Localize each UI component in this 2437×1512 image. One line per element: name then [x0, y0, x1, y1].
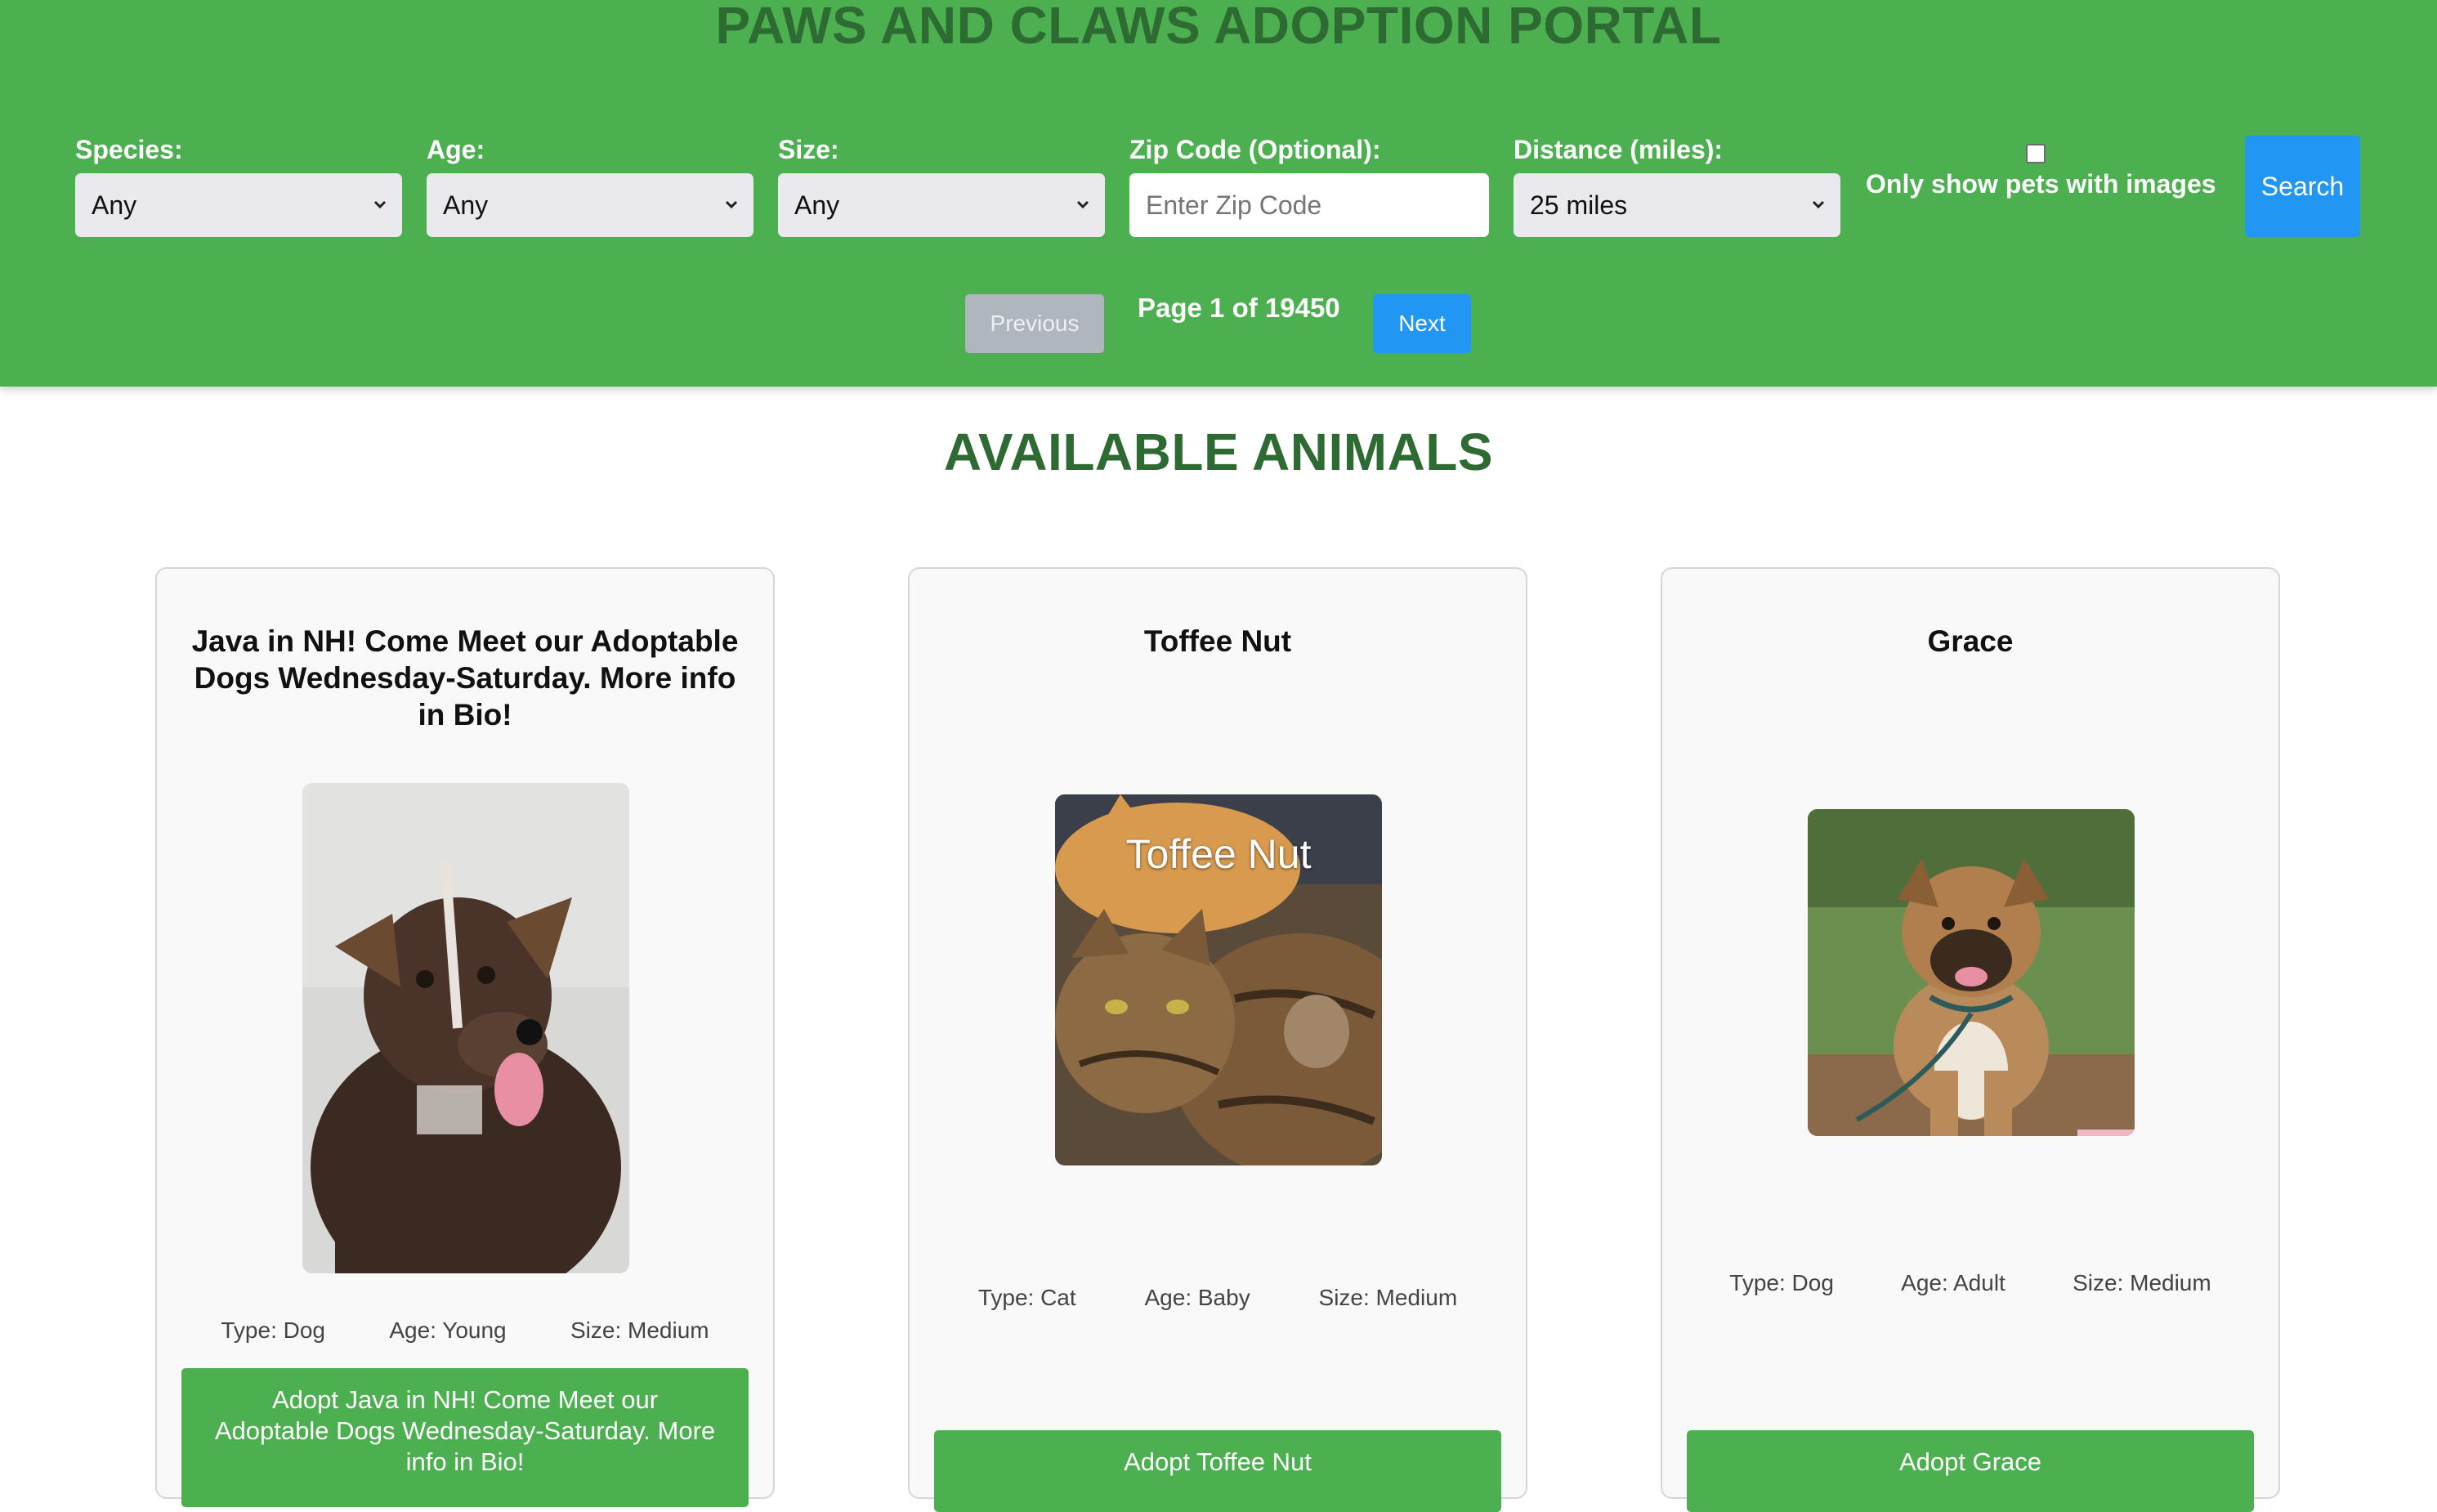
header: PAWS AND CLAWS ADOPTION PORTAL Species: …	[0, 0, 2437, 387]
size-label: Size:	[778, 135, 839, 164]
chevron-down-icon	[725, 200, 738, 209]
animal-size: Size: Medium	[570, 1317, 709, 1343]
animal-size: Size: Medium	[2073, 1270, 2211, 1295]
animal-name: Grace	[1927, 624, 2014, 658]
animal-card: Toffee Nut Toffee Nut Type: Cat Age: Bab…	[908, 567, 1527, 1512]
adopt-button[interactable]: Adopt Java in NH! Come Meet our Adoptabl…	[181, 1368, 749, 1507]
previous-button[interactable]: Previous	[965, 294, 1104, 353]
chevron-down-icon	[1076, 200, 1089, 209]
animal-size: Size: Medium	[1318, 1285, 1458, 1310]
tabby-cats-photo[interactable]: Toffee Nut	[1055, 794, 1382, 1165]
distance-label: Distance (miles):	[1514, 135, 1724, 164]
species-select-value: Any	[92, 190, 137, 220]
adopt-button[interactable]: Adopt Toffee Nut	[934, 1430, 1501, 1512]
species-select[interactable]: Any	[75, 173, 402, 237]
photo-caption: Toffee Nut	[1125, 831, 1312, 877]
chevron-down-icon	[1812, 200, 1825, 209]
animal-age: Age: Young	[389, 1317, 507, 1343]
chevron-down-icon	[373, 200, 387, 209]
brown-dog-photo[interactable]	[302, 783, 629, 1273]
distance-select-value: 25 miles	[1530, 190, 1628, 220]
age-label: Age:	[427, 135, 485, 164]
animal-card: Java in NH! Come Meet our Adoptable Dogs…	[155, 567, 775, 1507]
size-select[interactable]: Any	[778, 173, 1105, 237]
animal-type: Type: Dog	[1729, 1270, 1834, 1295]
zip-label: Zip Code (Optional):	[1129, 135, 1381, 164]
next-button[interactable]: Next	[1373, 294, 1471, 353]
animal-meta: Type: Cat Age: Baby Size: Medium	[910, 1285, 1526, 1311]
tan-dog-image	[1808, 809, 2135, 1136]
size-select-value: Any	[794, 190, 840, 220]
animal-card: Grace Type: Dog Age: Adult Size: Medium …	[1661, 567, 2280, 1512]
site-title: PAWS AND CLAWS ADOPTION PORTAL	[715, 0, 1722, 55]
section-title: AVAILABLE ANIMALS	[943, 423, 1494, 481]
distance-select[interactable]: 25 miles	[1514, 173, 1840, 237]
animal-name: Java in NH! Come Meet our Adoptable Dogs…	[191, 624, 739, 731]
tan-dog-photo[interactable]	[1808, 809, 2135, 1136]
images-only-label[interactable]: Only show pets with images	[1866, 169, 2216, 199]
brown-dog-image	[302, 783, 629, 1273]
animal-meta: Type: Dog Age: Young Size: Medium	[157, 1317, 773, 1344]
animal-age: Age: Baby	[1144, 1285, 1250, 1310]
species-label: Species:	[75, 135, 183, 164]
animal-meta: Type: Dog Age: Adult Size: Medium	[1662, 1270, 2278, 1296]
animal-type: Type: Cat	[977, 1285, 1076, 1310]
age-select[interactable]: Any	[427, 173, 753, 237]
page-info: Page 1 of 19450	[1138, 293, 1340, 323]
animal-age: Age: Adult	[1901, 1270, 2005, 1295]
zip-code-input[interactable]	[1129, 173, 1489, 237]
animal-name: Toffee Nut	[1143, 624, 1292, 658]
adopt-button[interactable]: Adopt Grace	[1687, 1430, 2254, 1512]
images-only-checkbox[interactable]	[2026, 144, 2046, 163]
animal-type: Type: Dog	[221, 1317, 325, 1343]
search-button[interactable]: Search	[2245, 136, 2360, 237]
age-select-value: Any	[443, 190, 489, 220]
